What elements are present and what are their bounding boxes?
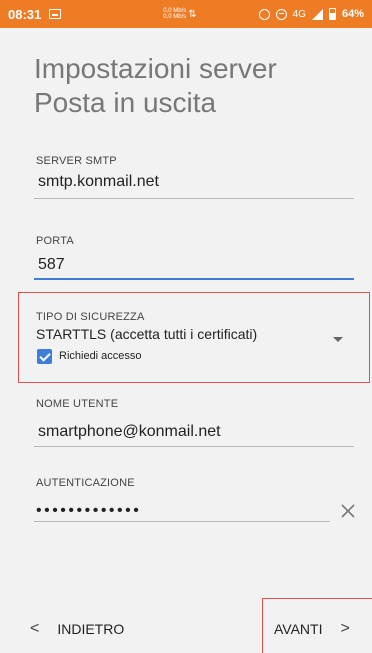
next-label: AVANTI bbox=[274, 621, 323, 637]
speed-down: 0,0 Mb/s bbox=[163, 14, 187, 20]
require-login-checkbox[interactable] bbox=[37, 349, 52, 364]
authentication-label: AUTENTICAZIONE bbox=[36, 477, 135, 489]
port-label: PORTA bbox=[36, 235, 74, 247]
battery-icon bbox=[328, 8, 336, 20]
back-button[interactable]: < INDIETRO bbox=[30, 620, 124, 638]
port-input[interactable]: 587 bbox=[38, 256, 65, 274]
alarm-icon bbox=[258, 8, 270, 20]
username-label: NOME UTENTE bbox=[36, 398, 119, 410]
security-type-label: TIPO DI SICUREZZA bbox=[36, 311, 145, 323]
data-transfer-icon: ⇅ bbox=[188, 8, 197, 20]
chevron-right-icon: > bbox=[340, 620, 350, 637]
page-title: Impostazioni server Posta in uscita bbox=[34, 53, 277, 118]
back-label: INDIETRO bbox=[57, 621, 125, 637]
network-type: 4G bbox=[292, 8, 306, 20]
signal-icon bbox=[311, 8, 323, 20]
next-button[interactable]: AVANTI > bbox=[274, 620, 350, 638]
status-time: 08:31 bbox=[8, 6, 42, 22]
status-bar: 08:31 0,0 Mb/s 0,0 Mb/s ⇅ 4G 64% bbox=[0, 0, 372, 28]
clear-icon[interactable] bbox=[340, 503, 356, 519]
network-speed: 0,0 Mb/s 0,0 Mb/s bbox=[163, 8, 186, 20]
password-input[interactable]: ••••••••••••• bbox=[36, 502, 141, 520]
dropdown-arrow-icon[interactable] bbox=[333, 337, 343, 342]
password-underline bbox=[34, 521, 330, 522]
chevron-left-icon: < bbox=[30, 620, 40, 637]
notification-icon bbox=[49, 9, 62, 19]
security-type-select[interactable]: STARTTLS (accetta tutti i certificati) bbox=[36, 326, 257, 342]
smtp-server-label: SERVER SMTP bbox=[36, 155, 117, 167]
smtp-server-input[interactable]: smtp.konmail.net bbox=[38, 173, 159, 191]
username-underline bbox=[34, 446, 354, 447]
smtp-server-underline bbox=[34, 198, 354, 199]
require-login-label[interactable]: Richiedi accesso bbox=[59, 350, 142, 362]
username-input[interactable]: smartphone@konmail.net bbox=[38, 423, 221, 441]
port-underline bbox=[34, 278, 354, 280]
battery-percent: 64% bbox=[341, 8, 364, 20]
do-not-disturb-icon bbox=[275, 8, 287, 20]
